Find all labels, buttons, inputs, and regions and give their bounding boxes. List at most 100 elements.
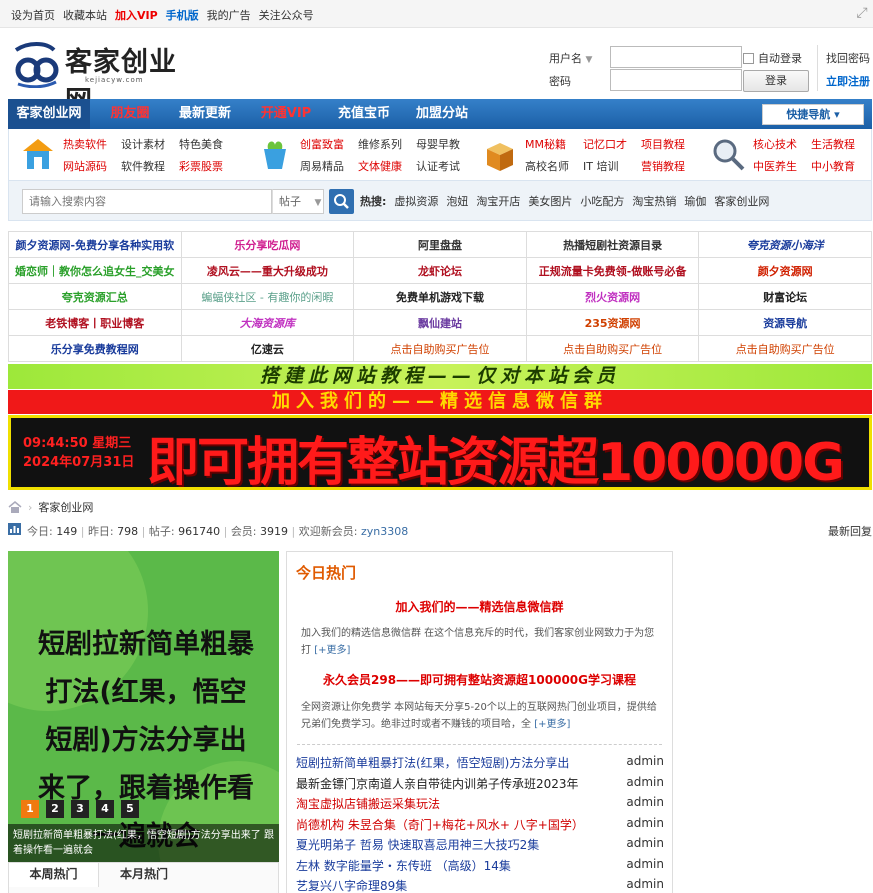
top-link[interactable]: 加入VIP [115,7,158,23]
category-link[interactable]: 高校名师 [525,158,569,174]
find-password-link[interactable]: 找回密码 [826,50,870,66]
friend-link[interactable]: 老铁博客丨职业博客 [8,309,182,336]
friend-link[interactable]: 235资源网 [525,309,700,336]
category-link[interactable]: 设计素材 [121,136,165,152]
friend-link[interactable]: 热播短剧社资源目录 [525,231,700,258]
thread-author-link[interactable]: admin [626,877,664,891]
thread-author-link[interactable]: admin [626,754,664,768]
slide-caption[interactable]: 短剧拉新简单粗暴打法(红果，悟空短剧)方法分享出来了 跟着操作看一遍就会 [8,824,279,862]
category-link[interactable]: 生活教程 [811,136,855,152]
hot-search-link[interactable]: 虚拟资源 [394,193,438,209]
slide-page-button[interactable]: 5 [121,800,139,818]
username-input[interactable] [610,46,742,68]
password-input[interactable] [610,69,742,91]
hot-search-link[interactable]: 泡妞 [446,193,468,209]
category-link[interactable]: 项目教程 [641,136,685,152]
nav-item[interactable]: 客家创业网 [8,99,90,129]
top-link[interactable]: 手机版 [166,7,199,23]
friend-link[interactable]: 免费单机游戏下载 [353,283,527,310]
search-input[interactable] [22,189,272,214]
friend-link[interactable]: 资源导航 [698,309,872,336]
latest-reply-link[interactable]: 最新回复 [828,523,872,539]
friend-link[interactable]: 夸克资源小海洋 [698,231,872,258]
category-link[interactable]: 认证考试 [416,158,460,174]
hot-search-link[interactable]: 瑜伽 [684,193,706,209]
thread-title-link[interactable]: 艺复兴八字命理89集 [296,877,407,893]
friend-link[interactable]: 财富论坛 [698,283,872,310]
category-link[interactable]: 网站源码 [63,158,107,174]
category-link[interactable]: 核心技术 [753,136,797,152]
thread-author-link[interactable]: admin [626,775,664,789]
category-link[interactable]: 周易精品 [300,158,344,174]
search-button[interactable] [329,189,354,214]
auto-login-checkbox[interactable]: 自动登录 [743,50,802,66]
top-link[interactable]: 关注公众号 [259,7,314,23]
new-member-link[interactable]: zyn3308 [361,525,408,538]
friend-link[interactable]: 婚恋师｜教你怎么追女生_交美女 [8,257,182,284]
category-link[interactable]: 特色美食 [179,136,223,152]
hot-headline-1[interactable]: 加入我们的——精选信息微信群 [287,598,672,615]
friend-link[interactable]: 阿里盘盘 [353,231,527,258]
slideshow[interactable]: 短剧拉新简单粗暴打法(红果，悟空短剧)方法分享出来了，跟着操作看一遍就会 123… [8,551,279,862]
site-logo[interactable]: 客家创业网 kejiacyw.com [10,40,200,117]
tutorial-banner[interactable]: 搭建此网站教程——仅对本站会员 [8,364,872,389]
category-link[interactable]: MM秘籍 [525,136,569,152]
slide-page-button[interactable]: 3 [71,800,89,818]
more-link[interactable]: [+更多] [314,645,350,656]
nav-item[interactable]: 朋友圈 [96,99,164,129]
nav-item[interactable]: 加盟分站 [404,99,480,129]
hot-search-link[interactable]: 客家创业网 [714,193,769,209]
top-link[interactable]: 设为首页 [11,7,55,23]
category-link[interactable]: 中小教育 [811,158,855,174]
friend-link[interactable]: 颜夕资源网-免费分享各种实用软 [8,231,182,258]
category-link[interactable]: IT 培训 [583,158,627,174]
search-scope-select[interactable]: 帖子 ▼ [272,189,324,214]
category-link[interactable]: 记忆口才 [583,136,627,152]
thread-title-link[interactable]: 最新金镖门京南道人亲自带徒内训弟子传承班2023年 [296,775,579,792]
nav-item[interactable]: 充值宝币 [328,99,400,129]
home-icon[interactable] [8,501,22,513]
thread-title-link[interactable]: 左林 数字能量学・东传班 （高级）14集 [296,857,511,874]
friend-link[interactable]: 点击自助购买广告位 [698,335,872,362]
friend-link[interactable]: 烈火资源网 [525,283,700,310]
promo-banner[interactable]: 09:44:50 星期三 2024年07月31日 即可拥有整站资源超100000G [8,415,872,490]
nav-item[interactable]: 开通VIP [248,99,324,129]
friend-link[interactable]: 蝙蝠侠社区 - 有趣你的闲暇 [180,283,355,310]
quick-nav-button[interactable]: 快捷导航 ▾ [762,104,864,125]
category-link[interactable]: 母婴早教 [416,136,460,152]
thread-title-link[interactable]: 夏光明弟子 哲易 快速取喜忌用神三大技巧2集 [296,836,539,853]
friend-link[interactable]: 大海资源库 [180,309,355,336]
friend-link[interactable]: 乐分享吃瓜网 [180,231,355,258]
category-link[interactable]: 文体健康 [358,158,402,174]
hot-search-link[interactable]: 美女图片 [528,193,572,209]
category-link[interactable]: 维修系列 [358,136,402,152]
category-link[interactable]: 创富致富 [300,136,344,152]
tab-month-hot[interactable]: 本月热门 [99,863,189,887]
category-link[interactable]: 彩票股票 [179,158,223,174]
friend-link[interactable]: 点击自助购买广告位 [525,335,700,362]
thread-author-link[interactable]: admin [626,857,664,871]
friend-link[interactable]: 乐分享免费教程网 [8,335,182,362]
thread-author-link[interactable]: admin [626,816,664,830]
thread-title-link[interactable]: 淘宝虚拟店铺搬运采集玩法 [296,795,440,812]
friend-link[interactable]: 点击自助购买广告位 [353,335,527,362]
fullscreen-icon[interactable]: ⤢ [855,6,869,20]
more-link[interactable]: [+更多] [534,719,570,730]
slide-page-button[interactable]: 1 [21,800,39,818]
thread-author-link[interactable]: admin [626,836,664,850]
friend-link[interactable]: 凌风云——重大升级成功 [180,257,355,284]
friend-link[interactable]: 夸克资源汇总 [8,283,182,310]
thread-title-link[interactable]: 短剧拉新简单粗暴打法(红果，悟空短剧)方法分享出 [296,754,569,771]
hot-search-link[interactable]: 淘宝开店 [476,193,520,209]
wechat-banner[interactable]: 加入我们的——精选信息微信群 [8,390,872,414]
friend-link[interactable]: 飘仙建站 [353,309,527,336]
top-link[interactable]: 我的广告 [207,7,251,23]
hot-search-link[interactable]: 淘宝热销 [632,193,676,209]
hot-headline-2[interactable]: 永久会员298——即可拥有整站资源超100000G学习课程 [287,671,672,688]
thread-title-link[interactable]: 尚德机构 朱昱合集（奇门+梅花+风水+ 八字+国学） [296,816,584,833]
friend-link[interactable]: 颜夕资源网 [698,257,872,284]
category-link[interactable]: 中医养生 [753,158,797,174]
top-link[interactable]: 收藏本站 [63,7,107,23]
hot-search-link[interactable]: 小吃配方 [580,193,624,209]
category-link[interactable]: 营销教程 [641,158,685,174]
